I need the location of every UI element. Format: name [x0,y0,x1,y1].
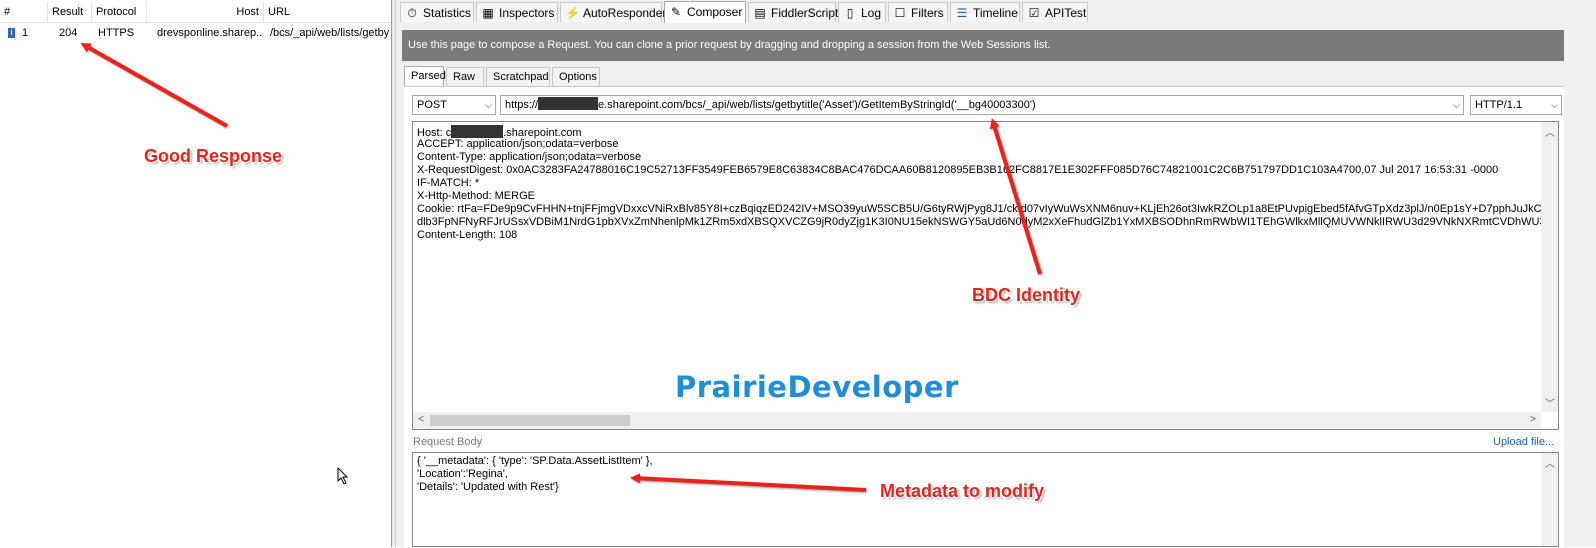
callout-bdc-identity: BDC Identity [972,285,1080,305]
tab-fiddlerscript[interactable]: ▤ FiddlerScript [748,2,838,22]
column-host[interactable]: Host [147,2,264,22]
header-line: Content-Length: 108 [417,229,518,241]
redacted-text [538,97,599,110]
subtab-parsed[interactable]: Parsed [404,66,446,87]
url-input[interactable]: https://e.sharepoint.com/bcs/_api/web/li… [500,95,1464,115]
method-select[interactable]: POST ⌵ [412,95,496,115]
scroll-up-icon[interactable]: ︿ [1545,124,1555,139]
mouse-cursor-icon [337,466,349,488]
watermark: PrairieDeveloper [675,370,959,404]
chevron-down-icon[interactable]: ⌵ [485,96,492,114]
body-line: 'Details': 'Updated with Rest'} [417,481,559,493]
column-number[interactable]: # [0,2,48,22]
column-protocol[interactable]: Protocol [92,2,147,22]
composer-icon: ✎ [670,5,682,19]
header-line: X-RequestDigest: 0x0AC3283FA24788016C19C… [417,164,1499,176]
header-line: X-Http-Method: MERGE [417,190,535,202]
tab-inspectors[interactable]: ▦ Inspectors [476,2,558,22]
chevron-down-icon[interactable]: ⌵ [1453,96,1460,114]
tab-filters[interactable]: ☐ Filters [888,2,948,22]
callout-good-response: Good Response [144,146,283,166]
tab-timeline[interactable]: ☰ Timeline [950,2,1020,22]
callout-metadata: Metadata to modify [880,481,1045,501]
header-line: ACCEPT: application/json;odata=verbose [417,138,619,150]
subtab-raw[interactable]: Raw [446,67,484,86]
tab-autoresponder[interactable]: ⚡ AutoResponder [560,2,666,22]
inspectors-icon: ▦ [482,6,494,20]
lightning-icon: ⚡ [565,6,580,20]
scroll-thumb[interactable] [430,415,630,426]
scroll-down-icon[interactable]: ﹀ [1545,395,1555,410]
stopwatch-icon: ⏱ [407,6,417,20]
tab-statistics[interactable]: ⏱ Statistics [400,2,474,22]
header-line: IF-MATCH: * [417,177,480,189]
header-line: Content-Type: application/json;odata=ver… [417,151,642,163]
session-row[interactable]: i 1 204 HTTPS drevsponline.sharep... /bc… [0,24,391,42]
check-icon: ☑ [1028,6,1040,20]
request-body-label: Request Body [413,436,483,448]
subtab-options[interactable]: Options [552,67,600,86]
composer-banner: Use this page to compose a Request. You … [402,30,1564,61]
header-line: dlb3FpNFNyRFJrUSsxVDBiM1NrdG1pbXVxZmNhen… [417,216,1559,228]
body-line: 'Location':'Regina', [417,468,508,480]
header-line: Cookie: rtFa=FDe9p9CvFHHN+tnjFFjmgVDxxcV… [417,203,1559,215]
checkbox-icon: ☐ [894,6,906,20]
vertical-scrollbar[interactable]: ︿ [1541,453,1558,546]
scroll-left-icon[interactable]: < [418,414,424,425]
script-icon: ▤ [754,6,766,20]
column-url[interactable]: URL [264,2,391,22]
upload-file-link[interactable]: Upload file... [1493,436,1554,448]
session-protocol: HTTPS [98,27,135,39]
scroll-up-icon[interactable]: ︿ [1545,455,1555,470]
column-result[interactable]: Result [48,2,92,22]
web-sessions-pane: # Result Protocol Host URL i 1 204 HTTPS… [0,0,391,547]
info-icon: i [8,24,15,42]
request-headers-editor[interactable]: Host: c .sharepoint.com ACCEPT: applicati… [412,121,1559,430]
tab-composer[interactable]: ✎ Composer [664,1,746,23]
vertical-scrollbar[interactable]: ︿ ﹀ [1541,122,1558,412]
timeline-icon: ☰ [956,6,968,20]
tab-apitest[interactable]: ☑ APITest [1022,2,1088,22]
session-host: drevsponline.sharep... [157,27,263,39]
body-line: { '__metadata': { 'type': 'SP.Data.Asset… [417,455,653,467]
session-number: 1 [22,27,29,39]
tab-log[interactable]: ▯ Log [838,2,886,22]
horizontal-scrollbar[interactable]: < > [413,412,1541,429]
composer-pane: ⏱ Statistics ▦ Inspectors ⚡ AutoResponder ✎… [396,0,1596,548]
http-version-select[interactable]: HTTP/1.1 ⌵ [1470,95,1562,115]
chevron-down-icon[interactable]: ⌵ [1551,96,1558,114]
scroll-right-icon[interactable]: > [1530,414,1536,425]
sessions-column-header: # Result Protocol Host URL [0,2,391,23]
log-icon: ▯ [846,6,854,20]
subtab-scratchpad[interactable]: Scratchpad [486,67,550,86]
session-result: 204 [59,27,78,39]
session-url: /bcs/_api/web/lists/getby [270,27,390,39]
